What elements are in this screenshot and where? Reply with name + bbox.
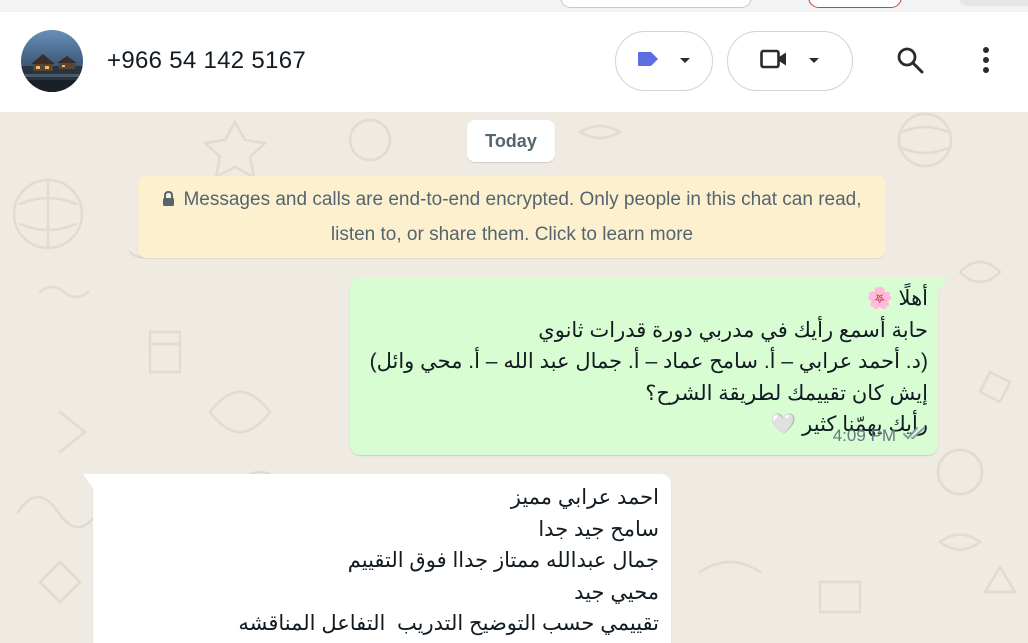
bubble-tail bbox=[938, 277, 948, 291]
double-check-icon bbox=[902, 425, 928, 446]
message-text: احمد عرابي مميز سامح جيد جدا جمال عبدالل… bbox=[238, 486, 659, 635]
date-chip: Today bbox=[467, 120, 555, 162]
contact-name[interactable]: +966 54 142 5167 bbox=[107, 47, 306, 75]
message-text: أهلًا 🌸 حابة أسمع رأيك في مدربي دورة قدر… bbox=[369, 287, 928, 436]
video-camera-icon bbox=[760, 48, 788, 75]
message-meta: 4:09 PM bbox=[833, 425, 928, 446]
chat-header: +966 54 142 5167 bbox=[0, 12, 1028, 112]
encryption-notice[interactable]: Messages and calls are end-to-end encryp… bbox=[138, 176, 886, 258]
encryption-notice-text: Messages and calls are end-to-end encryp… bbox=[183, 189, 862, 245]
chevron-down-icon bbox=[808, 52, 820, 70]
outgoing-message[interactable]: أهلًا 🌸 حابة أسمع رأيك في مدربي دورة قدر… bbox=[350, 277, 948, 455]
lock-icon bbox=[162, 185, 175, 218]
browser-action-button[interactable] bbox=[808, 0, 902, 8]
label-chat-button[interactable] bbox=[615, 31, 713, 91]
search-button[interactable] bbox=[890, 42, 930, 82]
avatar[interactable] bbox=[21, 30, 83, 92]
browser-address-bar[interactable] bbox=[560, 0, 752, 8]
label-icon bbox=[637, 51, 659, 72]
chevron-down-icon bbox=[679, 52, 691, 70]
incoming-message[interactable]: احمد عرابي مميز سامح جيد جدا جمال عبدالل… bbox=[83, 474, 671, 643]
search-icon bbox=[896, 46, 924, 79]
more-vertical-icon bbox=[982, 46, 990, 79]
video-call-button[interactable] bbox=[727, 31, 853, 91]
message-time: 4:09 PM bbox=[832, 425, 896, 445]
menu-button[interactable] bbox=[966, 42, 1006, 82]
chat-area[interactable]: Today Messages and calls are end-to-end … bbox=[0, 112, 1028, 643]
browser-tab[interactable] bbox=[958, 0, 1028, 6]
bubble-tail bbox=[83, 474, 93, 488]
